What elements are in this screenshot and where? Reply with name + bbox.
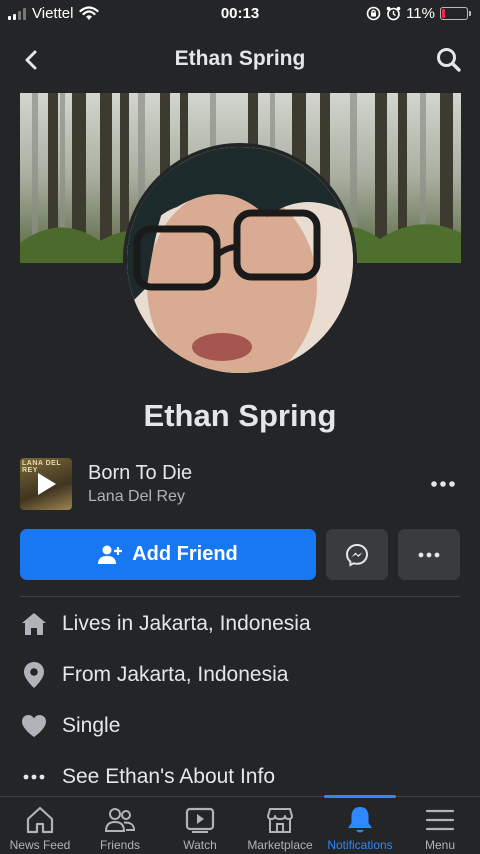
lives-in-text: Lives in Jakarta, Indonesia <box>62 612 311 636</box>
add-friend-button[interactable]: Add Friend <box>20 529 316 580</box>
home-icon <box>26 806 54 834</box>
watch-icon <box>185 807 215 833</box>
tab-watch[interactable]: Watch <box>160 797 240 854</box>
song-title: Born To Die <box>88 462 193 484</box>
info-from: From Jakarta, Indonesia <box>20 658 460 692</box>
orientation-lock-icon <box>366 6 381 21</box>
tab-news-feed[interactable]: News Feed <box>0 797 80 854</box>
search-icon[interactable] <box>434 45 464 75</box>
tab-menu[interactable]: Menu <box>400 797 480 854</box>
heart-icon <box>20 712 48 740</box>
more-options-icon[interactable] <box>430 474 456 494</box>
tab-notifications[interactable]: Notifications <box>320 797 400 854</box>
album-art[interactable]: LANA DEL REY <box>20 458 72 510</box>
more-button[interactable] <box>398 529 460 580</box>
messenger-button[interactable] <box>326 529 388 580</box>
bell-icon <box>348 807 372 833</box>
from-text: From Jakarta, Indonesia <box>62 663 288 687</box>
battery-fill <box>442 9 445 18</box>
lives-in-place[interactable]: Jakarta, Indonesia <box>139 612 311 635</box>
song-artist: Lana Del Rey <box>88 488 185 505</box>
avatar-photo <box>127 147 353 373</box>
add-friend-icon <box>98 545 123 564</box>
battery-icon <box>440 7 471 20</box>
tab-marketplace[interactable]: Marketplace <box>240 797 320 854</box>
info-about-link[interactable]: See Ethan's About Info <box>20 760 460 794</box>
bottom-tab-bar: News Feed Friends Watch Marketplace Noti… <box>0 795 480 854</box>
lives-in-prefix: Lives in <box>62 612 140 635</box>
profile-header: Ethan Spring <box>0 38 480 82</box>
menu-icon <box>425 809 455 831</box>
battery-percent: 11% <box>406 5 435 22</box>
tab-friends[interactable]: Friends <box>80 797 160 854</box>
tab-label: Menu <box>424 838 456 852</box>
info-relationship: Single <box>20 709 460 743</box>
home-icon <box>20 610 48 638</box>
divider <box>20 596 460 597</box>
about-link-text[interactable]: See Ethan's About Info <box>62 765 275 789</box>
friends-icon <box>104 808 136 832</box>
profile-name: Ethan Spring <box>143 398 337 433</box>
messenger-icon <box>345 543 369 567</box>
marketplace-icon <box>267 808 293 833</box>
ellipsis-icon <box>418 552 440 557</box>
relationship-text: Single <box>62 714 121 737</box>
header-title: Ethan Spring <box>174 47 306 70</box>
alarm-icon <box>386 6 401 21</box>
play-icon[interactable] <box>36 471 58 497</box>
from-prefix: From <box>62 663 117 686</box>
ellipsis-icon <box>20 763 48 791</box>
info-lives-in: Lives in Jakarta, Indonesia <box>20 607 460 641</box>
status-right: 11% <box>366 5 471 22</box>
location-pin-icon <box>20 661 48 689</box>
from-place[interactable]: Jakarta, Indonesia <box>117 663 289 686</box>
profile-music[interactable]: LANA DEL REY Born To Die Lana Del Rey <box>20 456 460 512</box>
status-bar: Viettel 00:13 11% <box>0 0 480 28</box>
add-friend-label: Add Friend <box>132 543 238 565</box>
profile-avatar[interactable] <box>123 143 357 377</box>
